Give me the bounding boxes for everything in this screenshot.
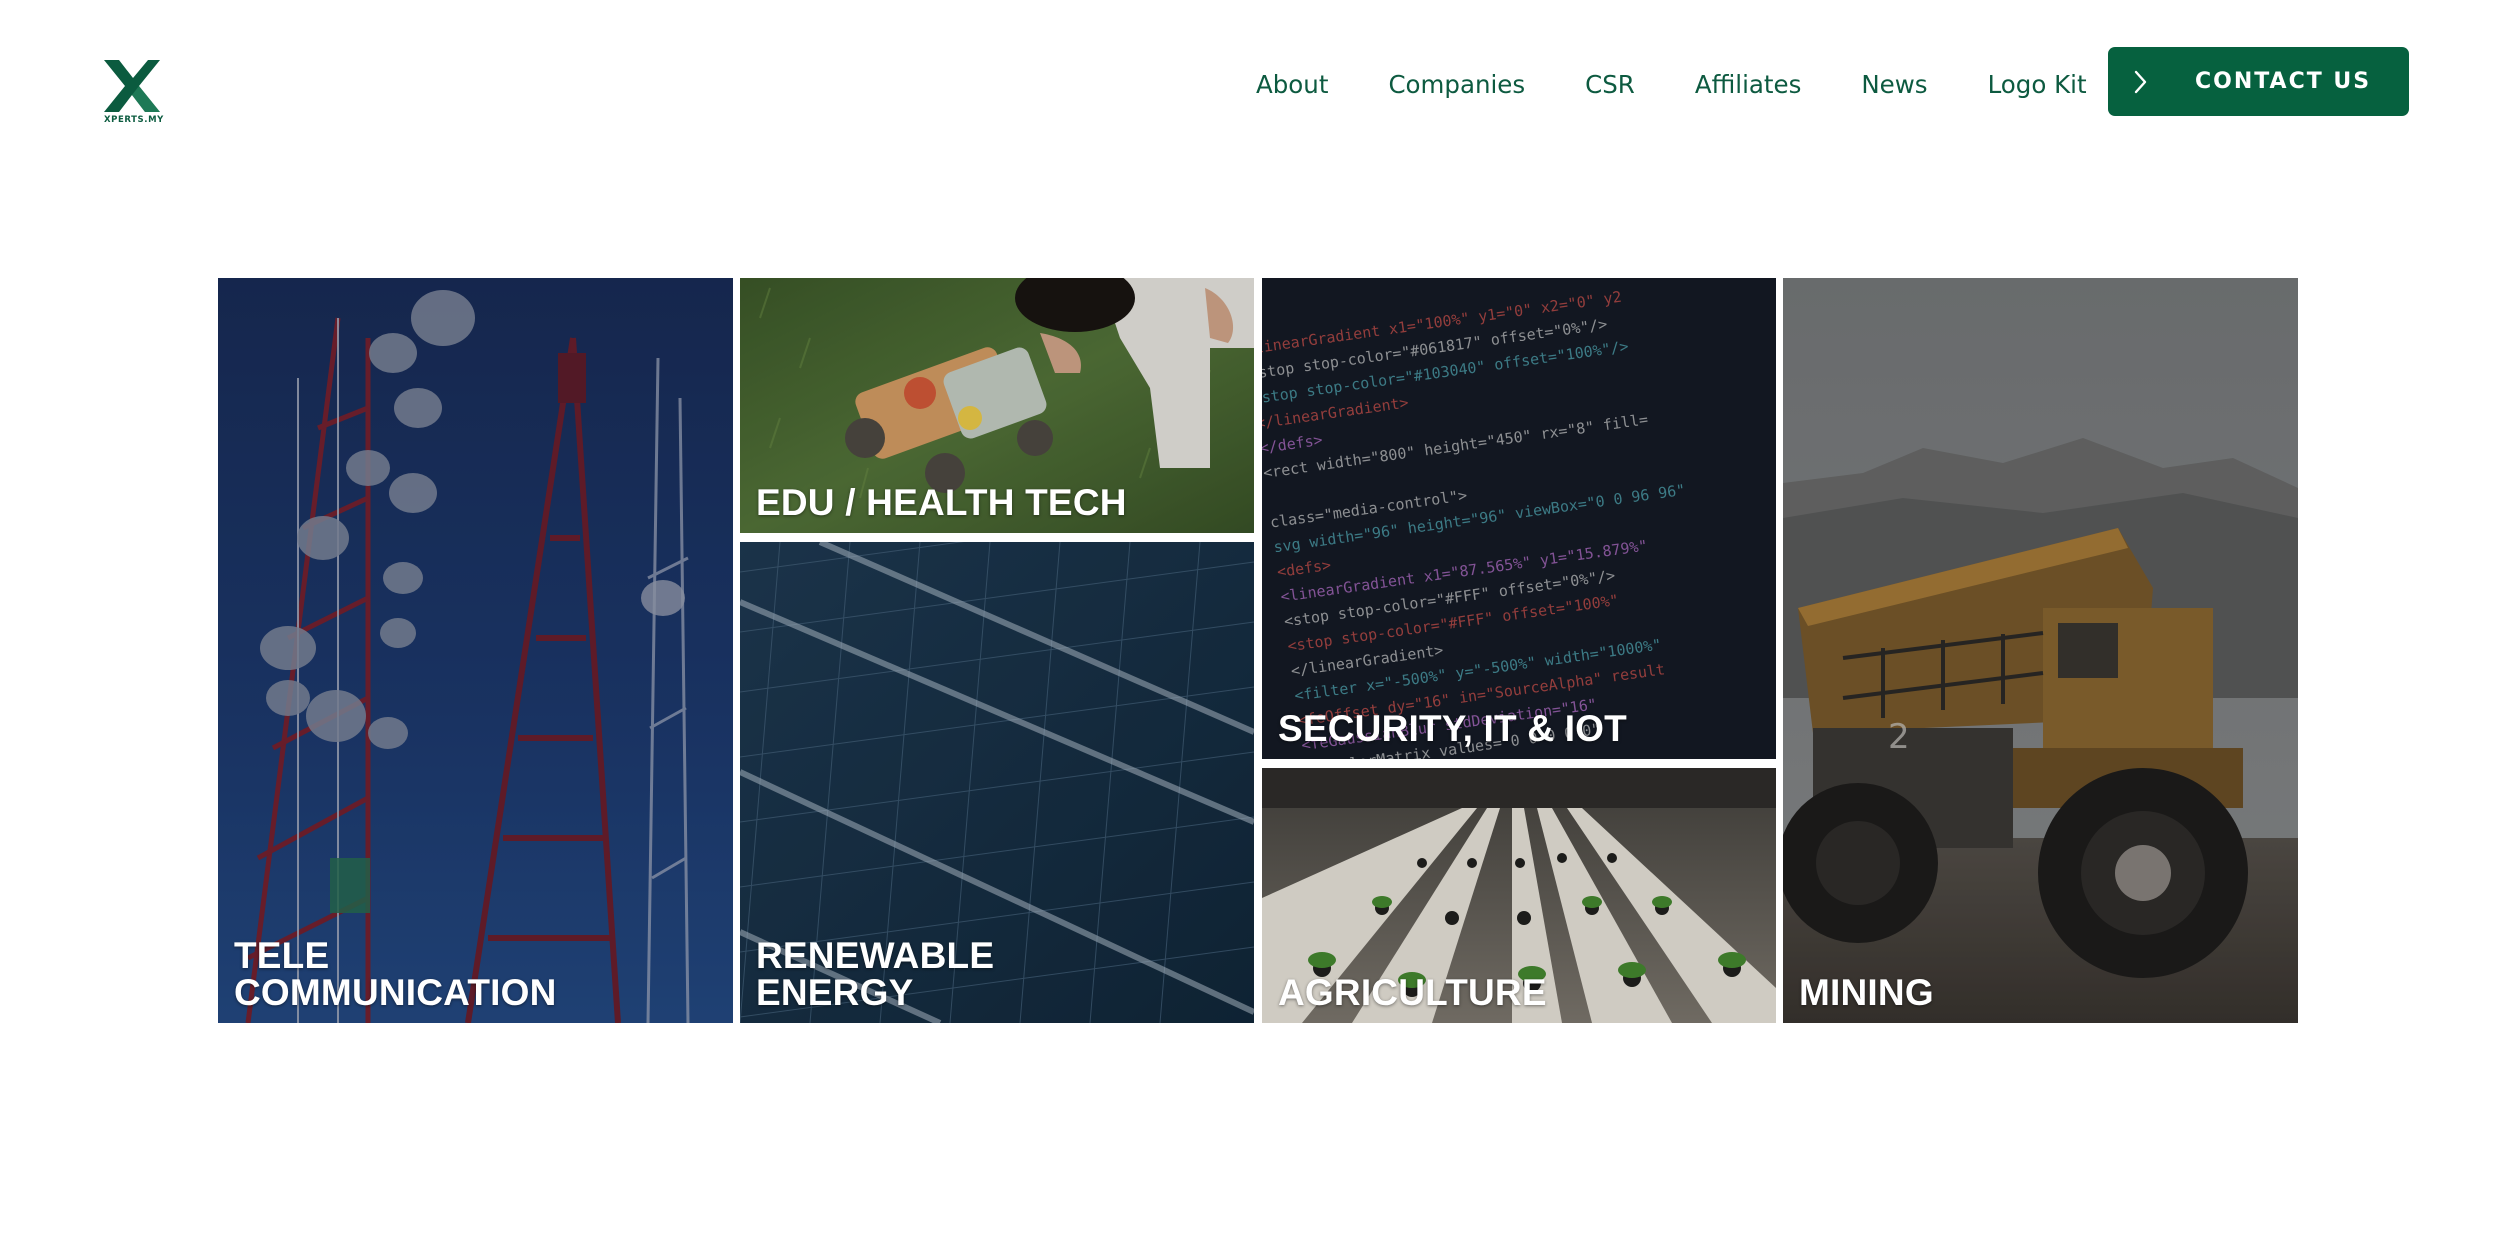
code-screen-image: <linearGradient x1="100%" y1="0" x2="0" … <box>1262 278 1776 759</box>
nav-logo-kit[interactable]: Logo Kit <box>1988 70 2087 99</box>
sector-tile-agriculture[interactable]: AGRICULTURE <box>1262 768 1776 1023</box>
sector-label-telecommunication: TELE COMMUNICATION <box>234 935 557 1013</box>
sector-label-agriculture: AGRICULTURE <box>1278 972 1547 1013</box>
xperts-x-logo-icon <box>104 60 160 112</box>
nav-news[interactable]: News <box>1861 70 1927 99</box>
telecom-tower-image <box>218 278 733 1023</box>
contact-us-button[interactable]: CONTACT US <box>2108 47 2409 116</box>
sector-tile-renewable-energy[interactable]: RENEWABLE ENERGY <box>740 542 1254 1023</box>
sector-tile-telecommunication[interactable]: TELE COMMUNICATION <box>218 278 733 1023</box>
nav-companies[interactable]: Companies <box>1388 70 1525 99</box>
sector-tile-security-it-iot[interactable]: <linearGradient x1="100%" y1="0" x2="0" … <box>1262 278 1776 759</box>
sector-tile-mining[interactable]: 2 MINING <box>1783 278 2298 1023</box>
nav-csr[interactable]: CSR <box>1585 70 1635 99</box>
sector-tile-edu-health-tech[interactable]: EDU / HEALTH TECH <box>740 278 1254 533</box>
nav-about[interactable]: About <box>1256 70 1328 99</box>
chevron-right-icon <box>2134 70 2147 94</box>
sector-label-edu-health-tech: EDU / HEALTH TECH <box>756 482 1127 523</box>
sector-label-renewable-energy: RENEWABLE ENERGY <box>756 935 995 1013</box>
main-nav: About Companies CSR Affiliates News Logo… <box>1256 70 2087 99</box>
contact-us-label: CONTACT US <box>2195 69 2372 94</box>
mining-truck-image: 2 <box>1783 278 2298 1023</box>
sector-label-mining: MINING <box>1799 972 1934 1013</box>
sector-label-security-it-iot: SECURITY, IT & IOT <box>1278 708 1627 749</box>
xperts-logo[interactable]: XPERTS.MY <box>104 60 164 130</box>
nav-affiliates[interactable]: Affiliates <box>1695 70 1802 99</box>
logo-text: XPERTS.MY <box>104 115 164 125</box>
